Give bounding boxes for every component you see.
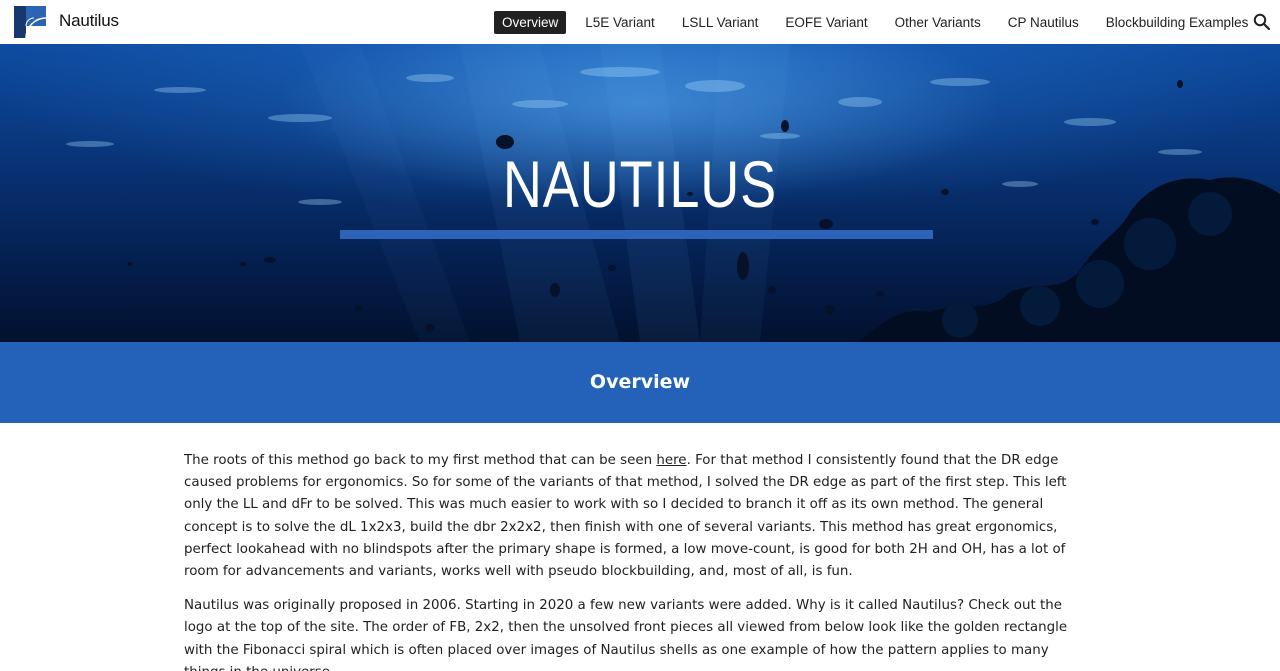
nav-item-other-variants[interactable]: Other Variants <box>887 11 989 34</box>
section-banner: Overview <box>0 342 1280 423</box>
nav-item-lsll-variant[interactable]: LSLL Variant <box>674 11 767 34</box>
nav-item-eofe-variant[interactable]: EOFE Variant <box>777 11 875 34</box>
hero-divider <box>340 230 933 239</box>
nav-item-overview[interactable]: Overview <box>494 11 567 34</box>
paragraph-history: Nautilus was originally proposed in 2006… <box>184 598 1068 671</box>
nav-item-l5e-variant[interactable]: L5E Variant <box>577 11 663 34</box>
nautilus-logo-icon[interactable] <box>14 6 46 38</box>
nav-item-blockbuilding-examples[interactable]: Blockbuilding Examples <box>1098 11 1257 34</box>
nav-item-cp-nautilus[interactable]: CP Nautilus <box>1000 11 1087 34</box>
paragraph-intro-text-before: The roots of this method go back to my f… <box>184 453 657 468</box>
main-nav: Overview L5E Variant LSLL Variant EOFE V… <box>494 11 1267 34</box>
hero-banner: NAUTILUS <box>0 44 1280 342</box>
site-title[interactable]: Nautilus <box>59 11 119 31</box>
here-link[interactable]: here <box>656 453 686 468</box>
site-header: Nautilus Overview L5E Variant LSLL Varia… <box>0 0 1280 44</box>
search-icon[interactable] <box>1253 13 1271 31</box>
paragraph-intro: The roots of this method go back to my f… <box>184 450 1089 583</box>
main-content: The roots of this method go back to my f… <box>184 450 1089 671</box>
hero-title: NAUTILUS <box>502 147 778 221</box>
paragraph-intro-text-after: . For that method I consistently found t… <box>184 453 1067 580</box>
section-title: Overview <box>589 371 691 393</box>
